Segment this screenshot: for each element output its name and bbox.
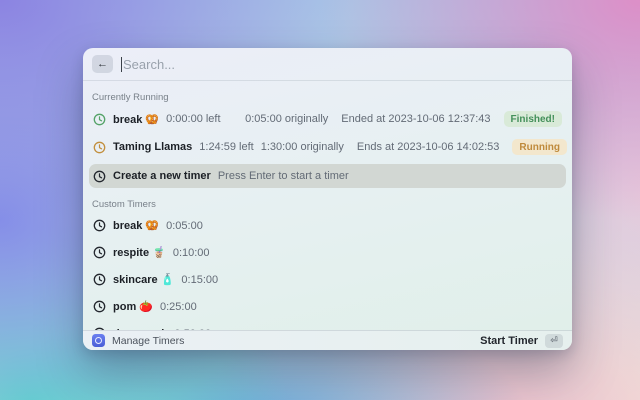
action-bar: Manage Timers Start Timer ⏎ [83,330,572,350]
timer-end-date: Ended at 2023-10-06 12:37:43 [341,113,490,125]
results-list: Currently Running break 🥨 0:00:00 left 0… [83,81,572,330]
timer-row-break-running[interactable]: break 🥨 0:00:00 left 0:05:00 originally … [89,105,566,133]
text-caret [121,57,122,72]
timer-original: 0:05:00 originally [245,113,328,125]
custom-timer-row-respite[interactable]: respite 🧋 0:10:00 [89,239,566,266]
create-timer-label: Create a new timer [113,170,211,182]
clock-icon-amber [93,141,106,154]
timer-meta: 0:05:00 originally Ended at 2023-10-06 1… [245,111,562,127]
start-timer-action[interactable]: Start Timer [480,335,538,347]
timer-name: skincare 🧴 [113,273,174,286]
timer-app-icon [92,334,105,347]
timer-duration: 0:15:00 [181,274,218,286]
clock-icon-green [93,113,106,126]
manage-timers-label[interactable]: Manage Timers [112,335,184,347]
timer-name: Taming Llamas [113,141,192,153]
custom-timer-row-break[interactable]: break 🥨 0:05:00 [89,212,566,239]
search-input[interactable] [123,57,563,72]
timer-end-date: Ends at 2023-10-06 14:02:53 [357,141,500,153]
status-badge: Running [512,139,567,155]
clock-icon [93,300,106,313]
timer-duration: 0:10:00 [173,247,210,259]
clock-icon [93,219,106,232]
clock-icon [93,273,106,286]
clock-icon [93,246,106,259]
search-bar: ← [83,48,572,81]
timer-meta: 1:30:00 originally Ends at 2023-10-06 14… [261,139,567,155]
timer-row-taming-llamas[interactable]: Taming Llamas 1:24:59 left 1:30:00 origi… [89,133,566,161]
timer-remaining: 1:24:59 left [199,141,253,153]
custom-timer-row-pom[interactable]: pom 🍅 0:25:00 [89,293,566,320]
clock-icon [93,170,106,183]
timer-name: break 🥨 [113,113,159,126]
timer-duration: 0:05:00 [166,220,203,232]
timer-name: respite 🧋 [113,246,166,259]
launcher-window: ← Currently Running break 🥨 0:00:00 left… [83,48,572,350]
status-badge: Finished! [504,111,562,127]
back-button[interactable]: ← [92,55,113,73]
enter-key-icon[interactable]: ⏎ [545,334,563,348]
back-arrow-icon: ← [97,58,108,70]
timer-name: break 🥨 [113,219,159,232]
timer-duration: 0:25:00 [160,301,197,313]
search-field-wrap [121,48,563,80]
timer-original: 1:30:00 originally [261,141,344,153]
create-timer-hint: Press Enter to start a timer [218,170,349,182]
timer-name: pom 🍅 [113,300,153,313]
timer-remaining: 0:00:00 left [166,113,220,125]
section-currently-running: Currently Running [92,91,563,105]
custom-timer-row-skincare[interactable]: skincare 🧴 0:15:00 [89,266,566,293]
create-new-timer-row[interactable]: Create a new timer Press Enter to start … [89,164,566,188]
section-custom-timers: Custom Timers [92,198,563,212]
custom-timer-row-deep-work[interactable]: deep work 0:50:00 [89,320,566,330]
